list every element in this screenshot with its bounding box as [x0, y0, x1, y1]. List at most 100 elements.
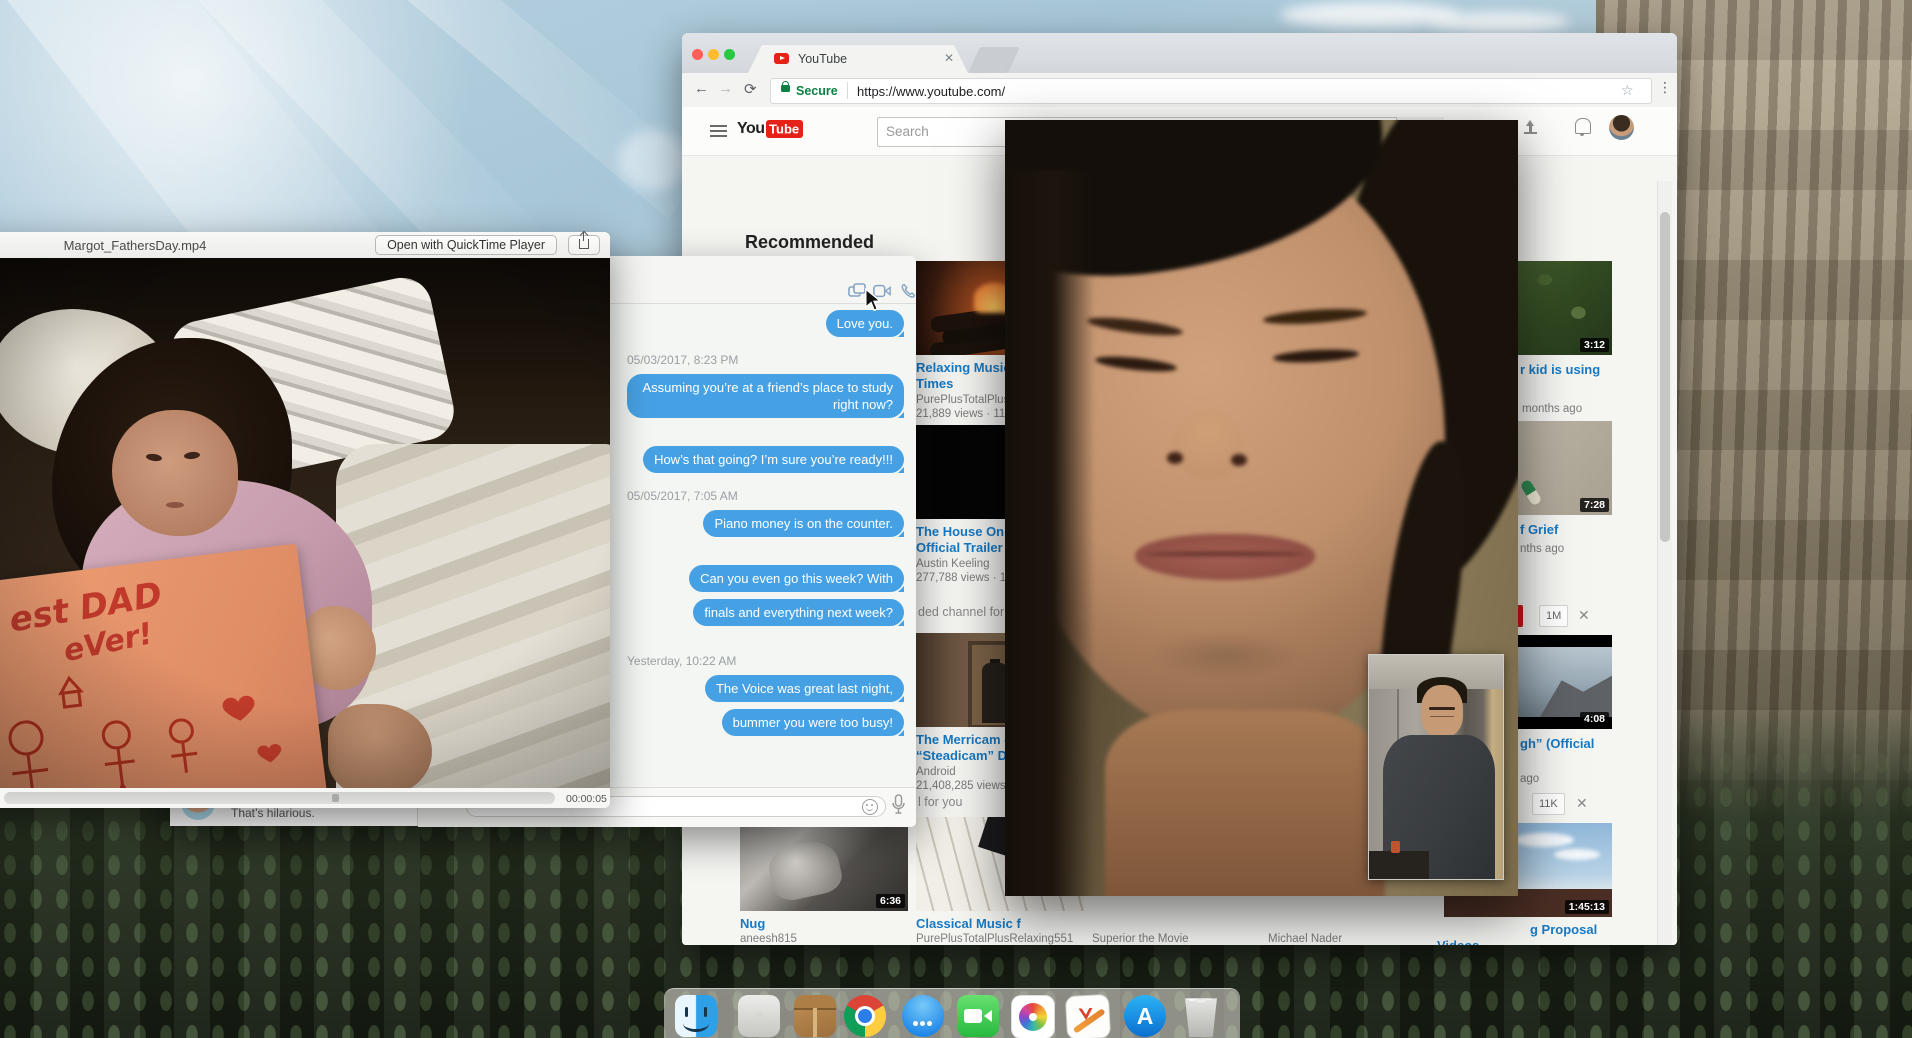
facetime-window[interactable] [1005, 120, 1518, 896]
browser-tab[interactable]: YouTube ✕ [748, 45, 968, 73]
menu-hamburger-icon[interactable] [710, 125, 727, 127]
browser-menu-icon[interactable]: ⋮ [1658, 79, 1672, 96]
new-tab-button[interactable] [968, 47, 1020, 73]
video-title[interactable]: gh” (Official [1520, 736, 1594, 751]
message-bubble[interactable]: Can you even go this week? With [689, 565, 904, 592]
recommended-for-you-label: l for you [918, 795, 962, 809]
bookmark-star-icon[interactable]: ☆ [1621, 82, 1634, 99]
video-title[interactable]: Nug [740, 916, 765, 931]
quicktime-titlebar[interactable]: Margot_FathersDay.mp4 Open with QuickTim… [0, 232, 610, 259]
tab-title: YouTube [798, 52, 847, 66]
dismiss-icon[interactable]: ✕ [1576, 795, 1588, 812]
video-title[interactable]: “Steadicam” DIY [916, 748, 1019, 763]
video-meta: nths ago [1520, 543, 1564, 555]
video-thumbnail[interactable]: 6:36 [740, 817, 908, 911]
video-title[interactable]: Times [916, 376, 953, 391]
dock: A [664, 988, 1240, 1038]
video-channel[interactable]: aneesh815 [740, 933, 797, 945]
cloud [1430, 12, 1570, 32]
app-store-icon[interactable]: A [1124, 995, 1166, 1037]
video-channel[interactable]: Austin Keeling [916, 558, 990, 570]
youtube-favicon-icon [774, 53, 789, 64]
message-bubble[interactable]: bummer you were too busy! [722, 709, 904, 736]
subscriber-count: 11K [1532, 793, 1565, 815]
close-traffic-light[interactable] [692, 49, 703, 60]
desktop: YouTube ✕ ← → ⟳ Secure https://www.youtu… [0, 0, 1912, 1038]
forward-icon[interactable]: → [718, 80, 733, 97]
trash-icon[interactable] [1180, 995, 1222, 1037]
photos-icon[interactable] [1011, 995, 1055, 1038]
youtube-logo[interactable]: YouTube [737, 120, 803, 138]
message-bubble[interactable]: Assuming you’re at a friend’s place to s… [627, 374, 904, 418]
message-bubble[interactable]: Piano money is on the counter. [703, 510, 904, 537]
settings-gear-icon[interactable] [738, 995, 780, 1037]
duration-badge: 4:08 [1580, 712, 1609, 726]
playback-controls: 00:00:05 [0, 788, 610, 808]
video-preview[interactable]: est DAD eVer! [0, 258, 610, 788]
reload-icon[interactable]: ⟳ [744, 80, 757, 98]
video-title[interactable]: Official Trailer [916, 540, 1003, 555]
dismiss-icon[interactable]: ✕ [1578, 607, 1590, 624]
message-bubble[interactable]: finals and everything next week? [693, 599, 904, 626]
search-placeholder: Search [886, 124, 929, 139]
counter [1369, 851, 1429, 879]
video-title[interactable]: Classical Music f [916, 916, 1021, 931]
playhead[interactable] [332, 794, 339, 802]
video-title[interactable]: Videos [1437, 938, 1479, 945]
notifications-bell-icon[interactable] [1575, 118, 1591, 134]
divider [847, 82, 848, 99]
duration-badge: 3:12 [1580, 338, 1609, 352]
open-with-quicktime-button[interactable]: Open with QuickTime Player [375, 235, 557, 255]
url-text[interactable]: https://www.youtube.com/ [857, 84, 1005, 99]
duration-badge: 1:45:13 [1565, 900, 1609, 914]
message-bubble[interactable]: Love you. [826, 310, 904, 337]
browser-titlebar[interactable]: YouTube ✕ [682, 33, 1677, 73]
microphone-icon[interactable] [892, 794, 905, 816]
document-pencil-icon[interactable] [1065, 994, 1111, 1038]
messages-icon[interactable] [902, 995, 944, 1037]
woman-nostril [1167, 452, 1183, 464]
chrome-icon[interactable] [844, 995, 886, 1037]
woman-lips [1145, 552, 1305, 556]
progress-bar[interactable] [4, 792, 555, 804]
video-channel[interactable]: PurePlusTotalPlusRelaxing551 [916, 933, 1073, 945]
message-bubble[interactable]: How’s that going? I’m sure you’re ready!… [643, 446, 904, 473]
quicktime-window: Margot_FathersDay.mp4 Open with QuickTim… [0, 232, 610, 808]
share-button[interactable] [568, 235, 600, 255]
message-bubble[interactable]: The Voice was great last night, [705, 675, 904, 702]
upload-icon[interactable] [1524, 119, 1542, 134]
counter-object [1391, 841, 1400, 853]
mouse-cursor [862, 288, 884, 312]
woman-nose [1173, 410, 1243, 480]
account-avatar[interactable] [1609, 115, 1634, 140]
video-channel[interactable]: Android [916, 766, 956, 778]
video-title[interactable]: r kid is using [1520, 362, 1600, 377]
share-icon [579, 239, 589, 249]
back-icon[interactable]: ← [694, 80, 709, 97]
finder-icon[interactable] [675, 995, 717, 1037]
scrollbar-thumb[interactable] [1660, 212, 1670, 542]
scrollbar-track[interactable] [1657, 181, 1672, 945]
conversation-preview: That’s hilarious. [231, 806, 315, 820]
timestamp: 00:00:05 [566, 793, 607, 805]
duration-badge: 6:36 [876, 894, 905, 908]
video-channel[interactable]: Superior the Movie [1092, 933, 1189, 945]
video-meta: ago [1520, 773, 1539, 785]
box-folder-icon[interactable] [794, 995, 836, 1037]
minimize-traffic-light[interactable] [708, 49, 719, 60]
video-title[interactable]: Relaxing Music f [916, 360, 1019, 375]
browser-toolbar: ← → ⟳ Secure https://www.youtube.com/ ☆ [682, 73, 1677, 108]
facetime-icon[interactable] [957, 995, 999, 1037]
emoji-icon[interactable] [862, 799, 878, 815]
zoom-traffic-light[interactable] [724, 49, 735, 60]
video-card[interactable]: 6:36 Nug aneesh815 1,711 views · 10 year… [740, 817, 908, 945]
video-channel[interactable]: Michael Nader [1268, 933, 1342, 945]
message-list: Love you.05/03/2017, 8:23 PMAssuming you… [627, 303, 904, 744]
tab-close-icon[interactable]: ✕ [944, 51, 954, 65]
address-bar[interactable]: Secure https://www.youtube.com/ ☆ [770, 78, 1652, 104]
phone-call-icon[interactable] [899, 283, 917, 299]
facetime-self-view[interactable] [1368, 654, 1504, 880]
video-title[interactable]: g Proposal [1530, 922, 1597, 937]
woman-chin-shadow [1145, 630, 1305, 680]
video-title[interactable]: f Grief [1520, 522, 1558, 537]
